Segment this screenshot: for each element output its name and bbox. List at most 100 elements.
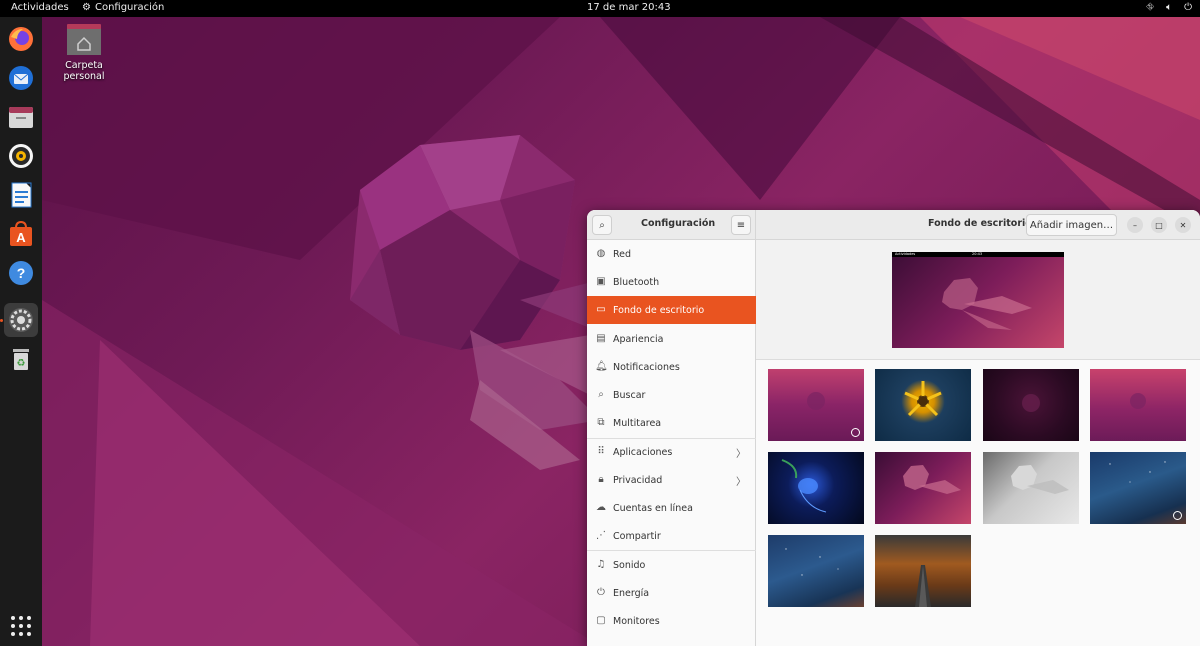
sidebar-item-search[interactable]: ⌕ Buscar (587, 381, 756, 409)
sidebar-item-multitask[interactable]: ⧉ Multitarea (587, 409, 756, 437)
bell-icon: 🔔︎ (595, 361, 608, 372)
libreoffice-writer-icon (11, 182, 32, 208)
power-icon: ⏻ (1184, 2, 1192, 13)
close-button[interactable]: ✕ (1175, 217, 1191, 233)
system-menu[interactable]: ⛗ 🔈︎ ⏻ (1146, 2, 1192, 13)
rhythmbox-icon (9, 144, 33, 168)
software-icon: A (10, 220, 32, 246)
minimize-button[interactable]: – (1127, 217, 1143, 233)
apps-icon: ⠿ (597, 446, 605, 457)
music-icon: ♫ (596, 559, 606, 570)
flower-thumbnail-graphic (904, 381, 942, 417)
dock: A ? ♻ (0, 17, 42, 646)
settings-icon (9, 308, 33, 332)
settings-sidebar: ◍ Red ▣ Bluetooth ▭ Fondo de escritorio ▤ Ap… (587, 240, 756, 646)
sidebar-item-label: Apariencia (613, 333, 664, 345)
wallpaper-thumbnail[interactable] (983, 452, 1079, 524)
sidebar-item-notifications[interactable]: 🔔︎ Notificaciones (587, 353, 756, 381)
lock-icon: 🔒︎ (598, 474, 604, 485)
sidebar-item-label: Buscar (613, 389, 646, 401)
grey-jellyfish-thumbnail-graphic (1011, 465, 1069, 494)
app-grid-icon (11, 616, 31, 636)
sidebar-item-applications[interactable]: ⠿ Aplicaciones 〉 (587, 438, 756, 466)
dock-settings[interactable] (4, 303, 38, 337)
sidebar-item-red[interactable]: ◍ Red (587, 240, 756, 268)
dock-firefox[interactable] (4, 22, 38, 56)
dock-trash[interactable]: ♻ (4, 342, 38, 376)
sidebar-item-label: Monitores (613, 615, 660, 627)
hamburger-icon: ≡ (736, 219, 746, 231)
maximize-icon: □ (1155, 220, 1163, 230)
power-icon: ⏻ (597, 587, 605, 598)
desktop-home-label: Carpeta personal (63, 60, 105, 82)
svg-text:♻: ♻ (17, 358, 26, 369)
add-image-button[interactable]: Añadir imagen… (1026, 214, 1117, 236)
wallpaper-thumbnail[interactable] (768, 369, 864, 441)
forest-road-thumbnail-graphic (915, 565, 931, 607)
sidebar-item-bluetooth[interactable]: ▣ Bluetooth (587, 268, 756, 296)
network-status-icon: ⛗ (1146, 2, 1155, 13)
clock[interactable]: 17 de mar 20:43 (587, 2, 671, 13)
search-button[interactable]: ⌕ (592, 215, 612, 235)
milky-way-thumbnail-graphic (785, 548, 839, 576)
sidebar-item-displays[interactable]: ▢ Monitores (587, 607, 756, 635)
sidebar-item-label: Multitarea (613, 417, 662, 429)
search-icon: ⌕ (598, 389, 604, 400)
minimize-icon: – (1133, 220, 1137, 230)
volume-icon: 🔈︎ (1166, 2, 1173, 13)
chevron-right-icon: 〉 (736, 449, 746, 460)
help-icon: ? (9, 261, 33, 285)
preview-jellyfish (942, 278, 1032, 330)
dock-thunderbird[interactable] (4, 61, 38, 95)
dock-writer[interactable] (4, 178, 38, 212)
current-wallpaper-preview: Actividades 20:43 (892, 252, 1064, 348)
sidebar-item-label: Cuentas en línea (613, 502, 693, 514)
night-sky-thumbnail-graphic (1109, 461, 1166, 483)
wallpaper-thumbnail[interactable] (875, 452, 971, 524)
thunderbird-icon (9, 66, 33, 90)
wallpaper-thumbnail[interactable] (875, 369, 971, 441)
sidebar-item-appearance[interactable]: ▤ Apariencia (587, 325, 756, 353)
chevron-right-icon: 〉 (736, 477, 746, 488)
search-icon: ⌕ (599, 219, 605, 231)
settings-window: ⌕ Configuración ≡ Fondo de escritorio Añ… (587, 210, 1200, 646)
day-night-badge-icon (851, 428, 860, 437)
sidebar-item-sound[interactable]: ♫ Sonido (587, 551, 756, 579)
menu-button[interactable]: ≡ (731, 215, 751, 235)
sidebar-item-label: Red (613, 248, 632, 260)
sidebar-item-power[interactable]: ⏻ Energía (587, 579, 756, 607)
background-icon: ▭ (596, 304, 606, 315)
sidebar-header: ⌕ Configuración ≡ (587, 210, 756, 240)
activities-button[interactable]: Actividades (11, 2, 69, 13)
sidebar-item-label: Aplicaciones (613, 446, 673, 458)
sidebar-item-background[interactable]: ▭ Fondo de escritorio (587, 296, 756, 324)
bluetooth-icon: ▣ (596, 276, 606, 287)
dock-help[interactable]: ? (4, 256, 38, 290)
wallpaper-thumbnail[interactable] (983, 369, 1079, 441)
share-icon: ⋰ (596, 530, 606, 541)
desktop-home-folder[interactable]: Carpeta personal (44, 22, 124, 82)
dock-rhythmbox[interactable] (4, 139, 38, 173)
sidebar-item-label: Fondo de escritorio (613, 304, 705, 316)
files-icon (9, 107, 33, 128)
sidebar-item-privacy[interactable]: 🔒︎ Privacidad 〉 (587, 466, 756, 494)
network-icon: ◍ (596, 248, 606, 259)
show-apps-button[interactable] (4, 609, 38, 643)
dock-software[interactable]: A (4, 217, 38, 251)
cloud-icon: ☁ (596, 502, 606, 513)
sidebar-title: Configuración (641, 218, 716, 229)
sidebar-item-label: Bluetooth (613, 276, 660, 288)
sidebar-item-sharing[interactable]: ⋰ Compartir (587, 522, 756, 550)
maximize-button[interactable]: □ (1151, 217, 1167, 233)
app-menu[interactable]: ⚙ Configuración (82, 2, 164, 13)
wallpaper-thumbnail[interactable] (768, 535, 864, 607)
monitor-icon: ▢ (596, 615, 606, 626)
wallpaper-thumbnail[interactable] (1090, 452, 1186, 524)
dock-files[interactable] (4, 100, 38, 134)
wallpaper-thumbnail[interactable] (875, 535, 971, 607)
preview-area: Actividades 20:43 (756, 240, 1200, 360)
wallpaper-thumbnail[interactable] (768, 452, 864, 524)
wallpaper-thumbnail[interactable] (1090, 369, 1186, 441)
sidebar-item-online-accounts[interactable]: ☁ Cuentas en línea (587, 494, 756, 522)
sidebar-item-label: Privacidad (613, 474, 663, 486)
